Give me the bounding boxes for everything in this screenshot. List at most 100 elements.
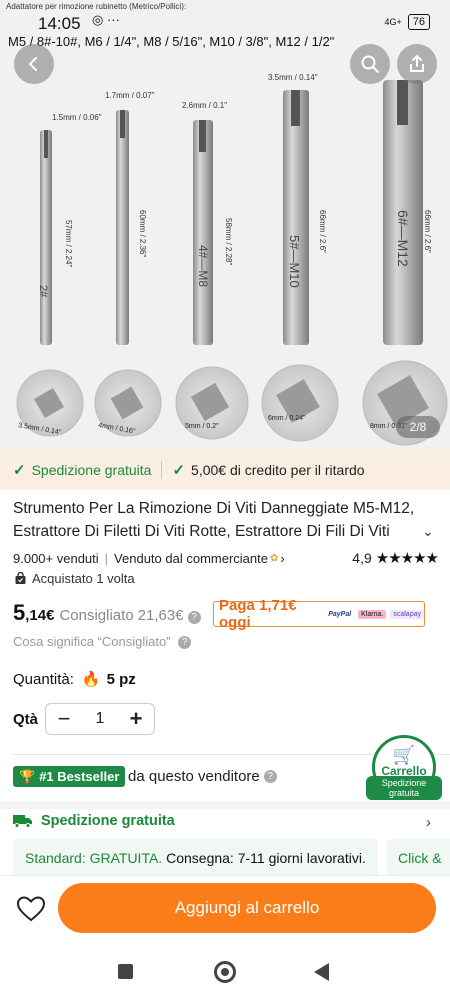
flame-icon: 🔥 [81, 671, 101, 688]
banner-divider [161, 461, 163, 479]
reference-label: Consigliato [59, 607, 134, 624]
back-button[interactable] [14, 44, 54, 84]
signal-icon: 4G+ [384, 17, 402, 27]
bit-1: 1.5mm / 0.06" 57mm / 2.24" 2# [37, 113, 102, 345]
status-dots: ◎ ··· [92, 12, 120, 27]
click-label: Click & [398, 850, 442, 866]
bestseller-badge: 🏆 #1 Bestseller [13, 766, 126, 787]
shipping-title: Spedizione gratuita [41, 813, 175, 829]
search-icon [361, 55, 379, 73]
bit-2-length: 60mm / 2.36" [138, 210, 147, 257]
status-indicators: 4G+ 76 [384, 14, 430, 30]
decrement-button[interactable]: − [54, 708, 74, 730]
bit-5: 66mm / 2.6" 6#—M12 [383, 80, 432, 345]
bit-4: 3.5mm / 0.14" 66mm / 2.6" 5#—M10 [268, 73, 327, 345]
quantity-label: Quantità: [13, 670, 74, 688]
rating-stars[interactable]: ★★★★★ [376, 549, 439, 567]
bit-1-length: 57mm / 2.24" [64, 220, 73, 267]
hex-3-label: 5mm / 0.2" [185, 423, 219, 430]
bit-1-width: 1.5mm / 0.06" [52, 113, 102, 122]
paypal-logo: PayPal [328, 610, 352, 618]
klarna-logo: Klarna. [358, 609, 387, 619]
bit-2-width: 1.7mm / 0.07" [105, 91, 155, 100]
chevron-left-icon [28, 57, 37, 71]
banner-credit: 5,00€ di credito per il ritardo [191, 462, 365, 478]
bits-illustration: 1.5mm / 0.06" 57mm / 2.24" 2# 1.7mm / 0.… [16, 73, 448, 446]
chevron-right-icon[interactable]: › [280, 551, 284, 566]
recents-icon[interactable] [118, 964, 133, 979]
shipping-option-standard[interactable]: Standard: GRATUITA. Consegna: 7-11 giorn… [13, 839, 378, 879]
bestseller-text: #1 Bestseller [39, 769, 120, 784]
seller-link[interactable]: Venduto dal commerciante [114, 551, 268, 566]
help-icon: ? [178, 636, 192, 650]
back-triangle-icon[interactable] [314, 963, 329, 981]
hex-4-label: 6mm / 0.24" [268, 415, 306, 422]
consigliato-help[interactable]: Cosa significa “Consigliato” ? [13, 634, 192, 650]
bit-1-label: 2# [37, 285, 49, 298]
purchased-info: Acquistato 1 volta [14, 571, 135, 586]
share-button[interactable] [397, 44, 437, 84]
info-icon[interactable]: ? [187, 611, 201, 624]
shipping-section-header[interactable]: Spedizione gratuita [13, 813, 175, 829]
pay-later-box[interactable]: Paga 1,71€ oggi PayPal Klarna. scalapay [213, 597, 425, 631]
bottom-action-bar: Aggiungi al carrello [0, 875, 450, 940]
scalapay-logo: scalapay [390, 609, 424, 619]
qta-label: Qtà [13, 711, 39, 728]
shipping-banner[interactable]: ✓ Spedizione gratuita ✓ 5,00€ di credito… [0, 450, 450, 490]
spec-header: Adattatore per rimozione rubinetto (Metr… [6, 2, 187, 11]
bit-4-width: 3.5mm / 0.14" [268, 73, 318, 82]
share-icon [410, 54, 424, 72]
product-title[interactable]: Strumento Per La Rimozione Di Viti Danne… [13, 497, 423, 543]
bag-icon [15, 572, 26, 584]
cart-icon: 🛒 [392, 745, 416, 765]
pay-later-text: Paga 1,71€ oggi [219, 597, 297, 631]
system-nav-bar [0, 940, 450, 1000]
add-to-cart-button[interactable]: Aggiungi al carrello [58, 883, 436, 933]
reference-price: 21,63€ [137, 607, 184, 624]
bit-2: 1.7mm / 0.07" 60mm / 2.36" [105, 91, 155, 345]
sold-count: 9.000+ venduti [13, 550, 99, 566]
quantity-info: Quantità: 🔥 5 pz [13, 670, 136, 689]
section-separator [0, 801, 450, 809]
seller-badge-icon: ✿ [269, 552, 279, 564]
bit-3: 2.6mm / 0.1" 58mm / 2.28" 4#—M8 [182, 101, 233, 345]
stats-row: 9.000+ venduti | Venduto dal commerciant… [13, 549, 439, 567]
price-row: 5 ,14€ Consigliato 21,63€ ? [13, 600, 201, 626]
search-button[interactable] [350, 44, 390, 84]
trophy-icon: 🏆 [19, 768, 36, 784]
help-icon: ? [263, 770, 277, 783]
standard-detail: Consegna: 7-11 giorni lavorativi. [166, 850, 366, 866]
bit-4-label: 5#—M10 [287, 235, 302, 288]
price-integer: 5 [13, 600, 26, 625]
heart-icon[interactable] [16, 895, 46, 923]
page-indicator: 2/8 [396, 416, 440, 438]
stats-divider: | [104, 550, 109, 566]
check-icon: ✓ [172, 462, 186, 479]
bit-5-length: 66mm / 2.6" [423, 210, 432, 253]
rating-value[interactable]: 4,9 [352, 550, 371, 566]
quantity-current[interactable]: 1 [96, 710, 105, 728]
bit-5-label: 6#—M12 [395, 210, 411, 267]
product-image-gallery[interactable]: Adattatore per rimozione rubinetto (Metr… [0, 0, 450, 450]
bit-4-length: 66mm / 2.6" [318, 210, 327, 253]
status-time: 14:05 [38, 14, 81, 33]
bestseller-subtext: da questo venditore [128, 768, 260, 785]
home-icon[interactable] [214, 961, 236, 983]
price-decimal: ,14€ [25, 607, 55, 624]
bit-3-width: 2.6mm / 0.1" [182, 101, 227, 110]
chevron-down-icon[interactable]: ⌄ [422, 523, 434, 540]
shipping-option-click[interactable]: Click & [387, 839, 450, 879]
bestseller-context[interactable]: da questo venditore ? [128, 768, 277, 785]
quantity-stepper: − 1 + [45, 703, 155, 735]
banner-free-shipping: Spedizione gratuita [31, 462, 152, 478]
truck-icon [13, 815, 32, 828]
increment-button[interactable]: + [126, 708, 146, 730]
floating-cart-free-badge: Spedizione gratuita [366, 776, 442, 800]
purchased-text: Acquistato 1 volta [32, 571, 135, 586]
battery-icon: 76 [407, 14, 430, 30]
check-icon: ✓ [13, 462, 26, 479]
hex-ends: 3.5mm / 0.14" 4mm / 0.16" 5mm / 0.2" 6mm… [16, 360, 448, 446]
bit-3-length: 58mm / 2.28" [224, 218, 233, 265]
chevron-right-icon[interactable]: › [426, 814, 431, 831]
standard-label: Standard: GRATUITA. [25, 850, 163, 866]
